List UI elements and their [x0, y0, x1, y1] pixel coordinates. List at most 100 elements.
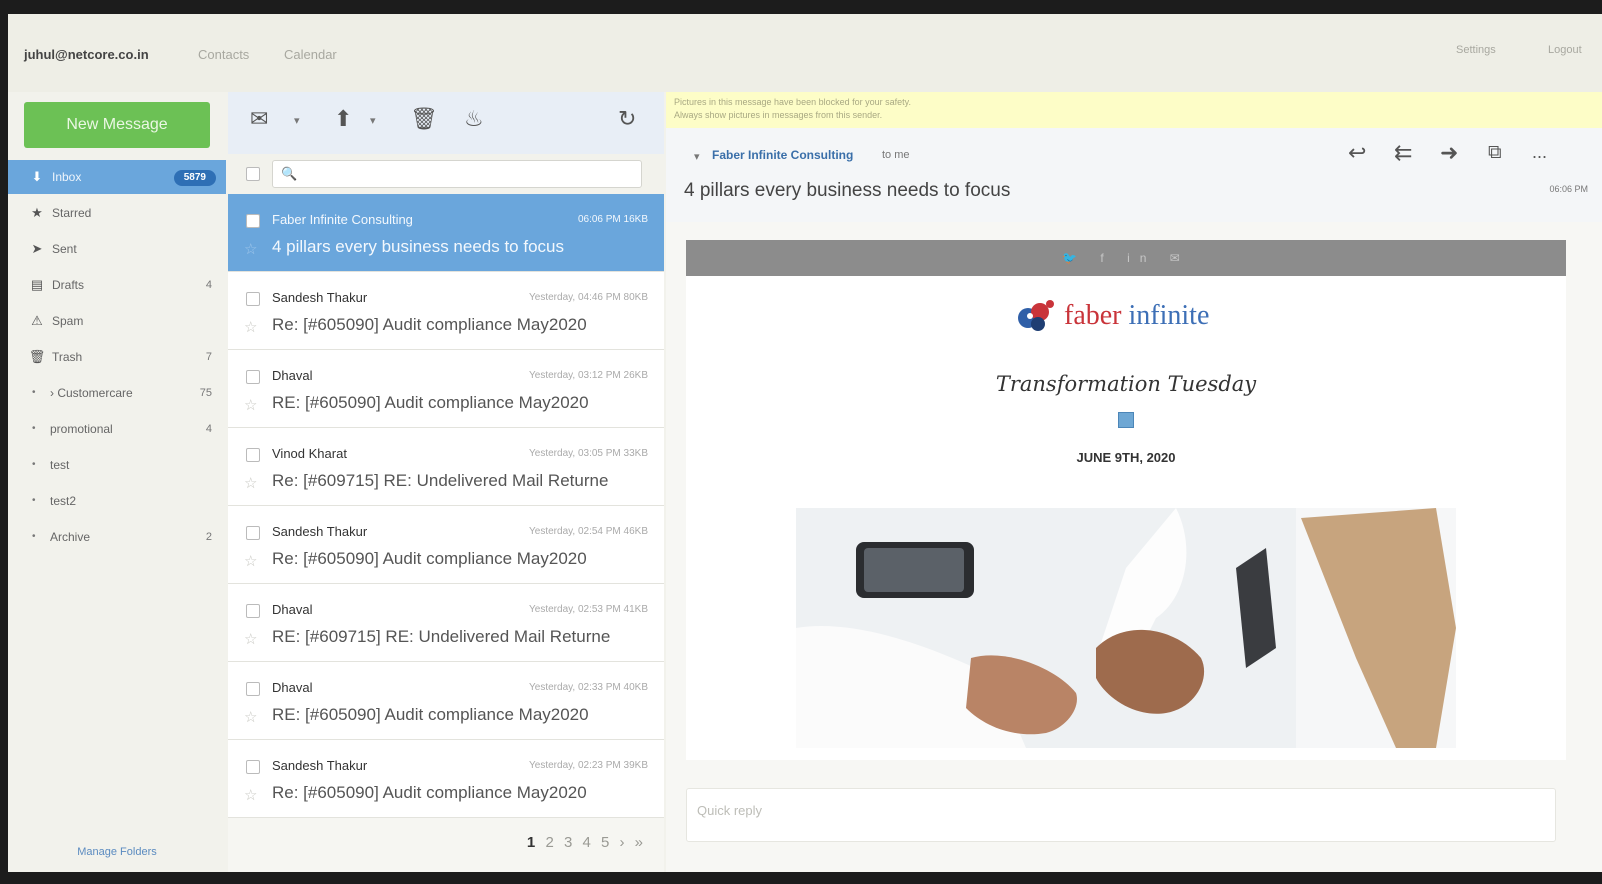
message-row[interactable]: ☆ Dhaval Yesterday, 02:33 PM 40KB RE: [#605… [228, 662, 664, 740]
quick-reply-input[interactable]: Quick reply [686, 788, 1556, 842]
message-row[interactable]: ☆ Sandesh Thakur Yesterday, 02:23 PM 39KB R… [228, 740, 664, 818]
star-icon[interactable]: ☆ [244, 552, 257, 570]
row-subject: Re: [#609715] RE: Undelivered Mail Retur… [272, 471, 609, 490]
row-subject: Re: [#605090] Audit compliance May2020 [272, 315, 587, 334]
sidebar-item-trash[interactable]: 🗑 Trash 7 [8, 340, 226, 374]
row-subject: Re: [#605090] Audit compliance May2020 [272, 783, 587, 802]
message-body: 🐦 f in ✉ faber infinite Transformation T… [686, 240, 1566, 760]
draft-icon: ▤ [30, 277, 44, 292]
message-list: ✉ ▾ ⬆ ▾ 🗑 ♨ ↻ 🔍 ☆ Faber Infinite Consulti… [228, 92, 664, 872]
sidebar-item-promotional[interactable]: • promotional 4 [8, 412, 226, 446]
row-subject: Re: [#605090] Audit compliance May2020 [272, 549, 587, 568]
star-icon[interactable]: ☆ [244, 396, 257, 414]
row-sender: Dhaval [272, 680, 313, 695]
delete-icon[interactable]: 🗑 [410, 106, 438, 132]
select-all-checkbox[interactable] [246, 167, 260, 181]
folder-label: test [50, 458, 70, 472]
bullet-icon: • [32, 459, 36, 470]
message-row[interactable]: ☆ Faber Infinite Consulting 06:06 PM 16KB 4… [228, 194, 664, 272]
sidebar-item-test2[interactable]: • test2 [8, 484, 226, 518]
row-sender: Sandesh Thakur [272, 524, 368, 539]
row-sender: Faber Infinite Consulting [272, 212, 413, 227]
manage-folders-link[interactable]: Manage Folders [8, 846, 226, 858]
star-icon[interactable]: ☆ [244, 786, 257, 804]
reply-all-icon[interactable]: ⇇ [1394, 140, 1412, 166]
folder-label: Drafts [52, 278, 85, 292]
sidebar-item-test[interactable]: • test [8, 448, 226, 482]
folder-label: Spam [52, 314, 84, 328]
reply-icon[interactable]: ↩ [1348, 140, 1366, 166]
row-checkbox[interactable] [246, 214, 260, 228]
open-in-new-window-icon[interactable]: ⧉ [1488, 142, 1502, 164]
row-subject: RE: [#609715] RE: Undelivered Mail Retur… [272, 627, 611, 646]
spam-icon: ⚠ [31, 313, 43, 328]
more-actions-icon[interactable]: ... [1532, 142, 1547, 163]
sidebar-item-spam[interactable]: ⚠ Spam [8, 304, 226, 338]
row-checkbox[interactable] [246, 526, 260, 540]
user-email: juhul@netcore.co.in [24, 47, 149, 62]
row-checkbox[interactable] [246, 604, 260, 618]
mark-read-icon[interactable]: ✉ [250, 106, 268, 132]
message-time: 06:06 PM [1549, 184, 1588, 194]
star-icon[interactable]: ☆ [244, 474, 257, 492]
row-meta: Yesterday, 03:05 PM 33KB [529, 448, 648, 459]
forward-icon[interactable]: ➜ [1440, 140, 1458, 166]
social-links-bar[interactable]: 🐦 f in ✉ [686, 240, 1566, 276]
next-page-icon[interactable]: › [619, 834, 627, 851]
folder-count: 7 [205, 351, 212, 363]
row-checkbox[interactable] [246, 760, 260, 774]
message-row[interactable]: ☆ Dhaval Yesterday, 03:12 PM 26KB RE: [#605… [228, 350, 664, 428]
row-checkbox[interactable] [246, 292, 260, 306]
new-message-button[interactable]: New Message [24, 102, 210, 148]
unread-count-badge: 5879 [173, 170, 216, 186]
bullet-icon: • [32, 387, 36, 398]
chevron-down-icon[interactable]: ▾ [370, 114, 376, 127]
message-row[interactable]: ☆ Vinod Kharat Yesterday, 03:05 PM 33KB Re:… [228, 428, 664, 506]
search-icon: 🔍 [281, 166, 298, 181]
star-icon: ★ [31, 205, 43, 220]
star-icon[interactable]: ☆ [244, 318, 257, 336]
folder-label: Trash [52, 350, 83, 364]
sidebar-item-customercare[interactable]: • › Customercare 75 [8, 376, 226, 410]
trash-icon: 🗑 [28, 349, 46, 364]
sender-name[interactable]: Faber Infinite Consulting [712, 148, 853, 162]
page-current[interactable]: 1 [527, 834, 538, 851]
sidebar-item-inbox[interactable]: ⬇ Inbox 5879 [8, 160, 226, 194]
star-icon[interactable]: ☆ [244, 240, 257, 258]
folder-count: 4 [205, 279, 212, 291]
hero-image [796, 508, 1456, 748]
faber-infinite-logo: faber infinite [1016, 296, 1246, 336]
message-row[interactable]: ☆ Sandesh Thakur Yesterday, 04:46 PM 80KB R… [228, 272, 664, 350]
logout-link[interactable]: Logout [1548, 44, 1582, 56]
search-input[interactable]: 🔍 [272, 160, 642, 188]
sidebar-item-sent[interactable]: ➤ Sent [8, 232, 226, 266]
sidebar-item-starred[interactable]: ★ Starred [8, 196, 226, 230]
inbox-icon: ⬇ [31, 169, 43, 184]
chevron-down-icon[interactable]: ▾ [294, 114, 300, 127]
move-to-folder-icon[interactable]: ⬆ [334, 106, 352, 132]
message-row[interactable]: ☆ Sandesh Thakur Yesterday, 02:54 PM 46KB R… [228, 506, 664, 584]
newsletter-date: JUNE 9TH, 2020 [1076, 450, 1176, 465]
folder-label: Inbox [52, 170, 82, 184]
nav-calendar[interactable]: Calendar [284, 47, 337, 62]
sidebar-item-archive[interactable]: • Archive 2 [8, 520, 226, 554]
chevron-down-icon[interactable]: ▾ [694, 150, 700, 163]
sidebar-item-drafts[interactable]: ▤ Drafts 4 [8, 268, 226, 302]
row-checkbox[interactable] [246, 682, 260, 696]
message-row[interactable]: ☆ Dhaval Yesterday, 02:53 PM 41KB RE: [#609… [228, 584, 664, 662]
spam-fire-icon[interactable]: ♨ [464, 106, 484, 132]
notice-text: Pictures in this message have been block… [674, 97, 911, 107]
row-checkbox[interactable] [246, 370, 260, 384]
message-subject: 4 pillars every business needs to focus [684, 180, 1011, 201]
nav-contacts[interactable]: Contacts [198, 47, 249, 62]
always-show-link[interactable]: Always show pictures in messages from th… [674, 110, 882, 120]
settings-link[interactable]: Settings [1456, 44, 1496, 56]
star-icon[interactable]: ☆ [244, 708, 257, 726]
row-checkbox[interactable] [246, 448, 260, 462]
refresh-icon[interactable]: ↻ [618, 106, 636, 132]
page-numbers[interactable]: 2 3 4 5 [545, 834, 612, 851]
star-icon[interactable]: ☆ [244, 630, 257, 648]
blocked-image-icon [1118, 412, 1134, 428]
last-page-icon[interactable]: » [635, 834, 646, 851]
blocked-images-notice: Pictures in this message have been block… [666, 92, 1602, 128]
